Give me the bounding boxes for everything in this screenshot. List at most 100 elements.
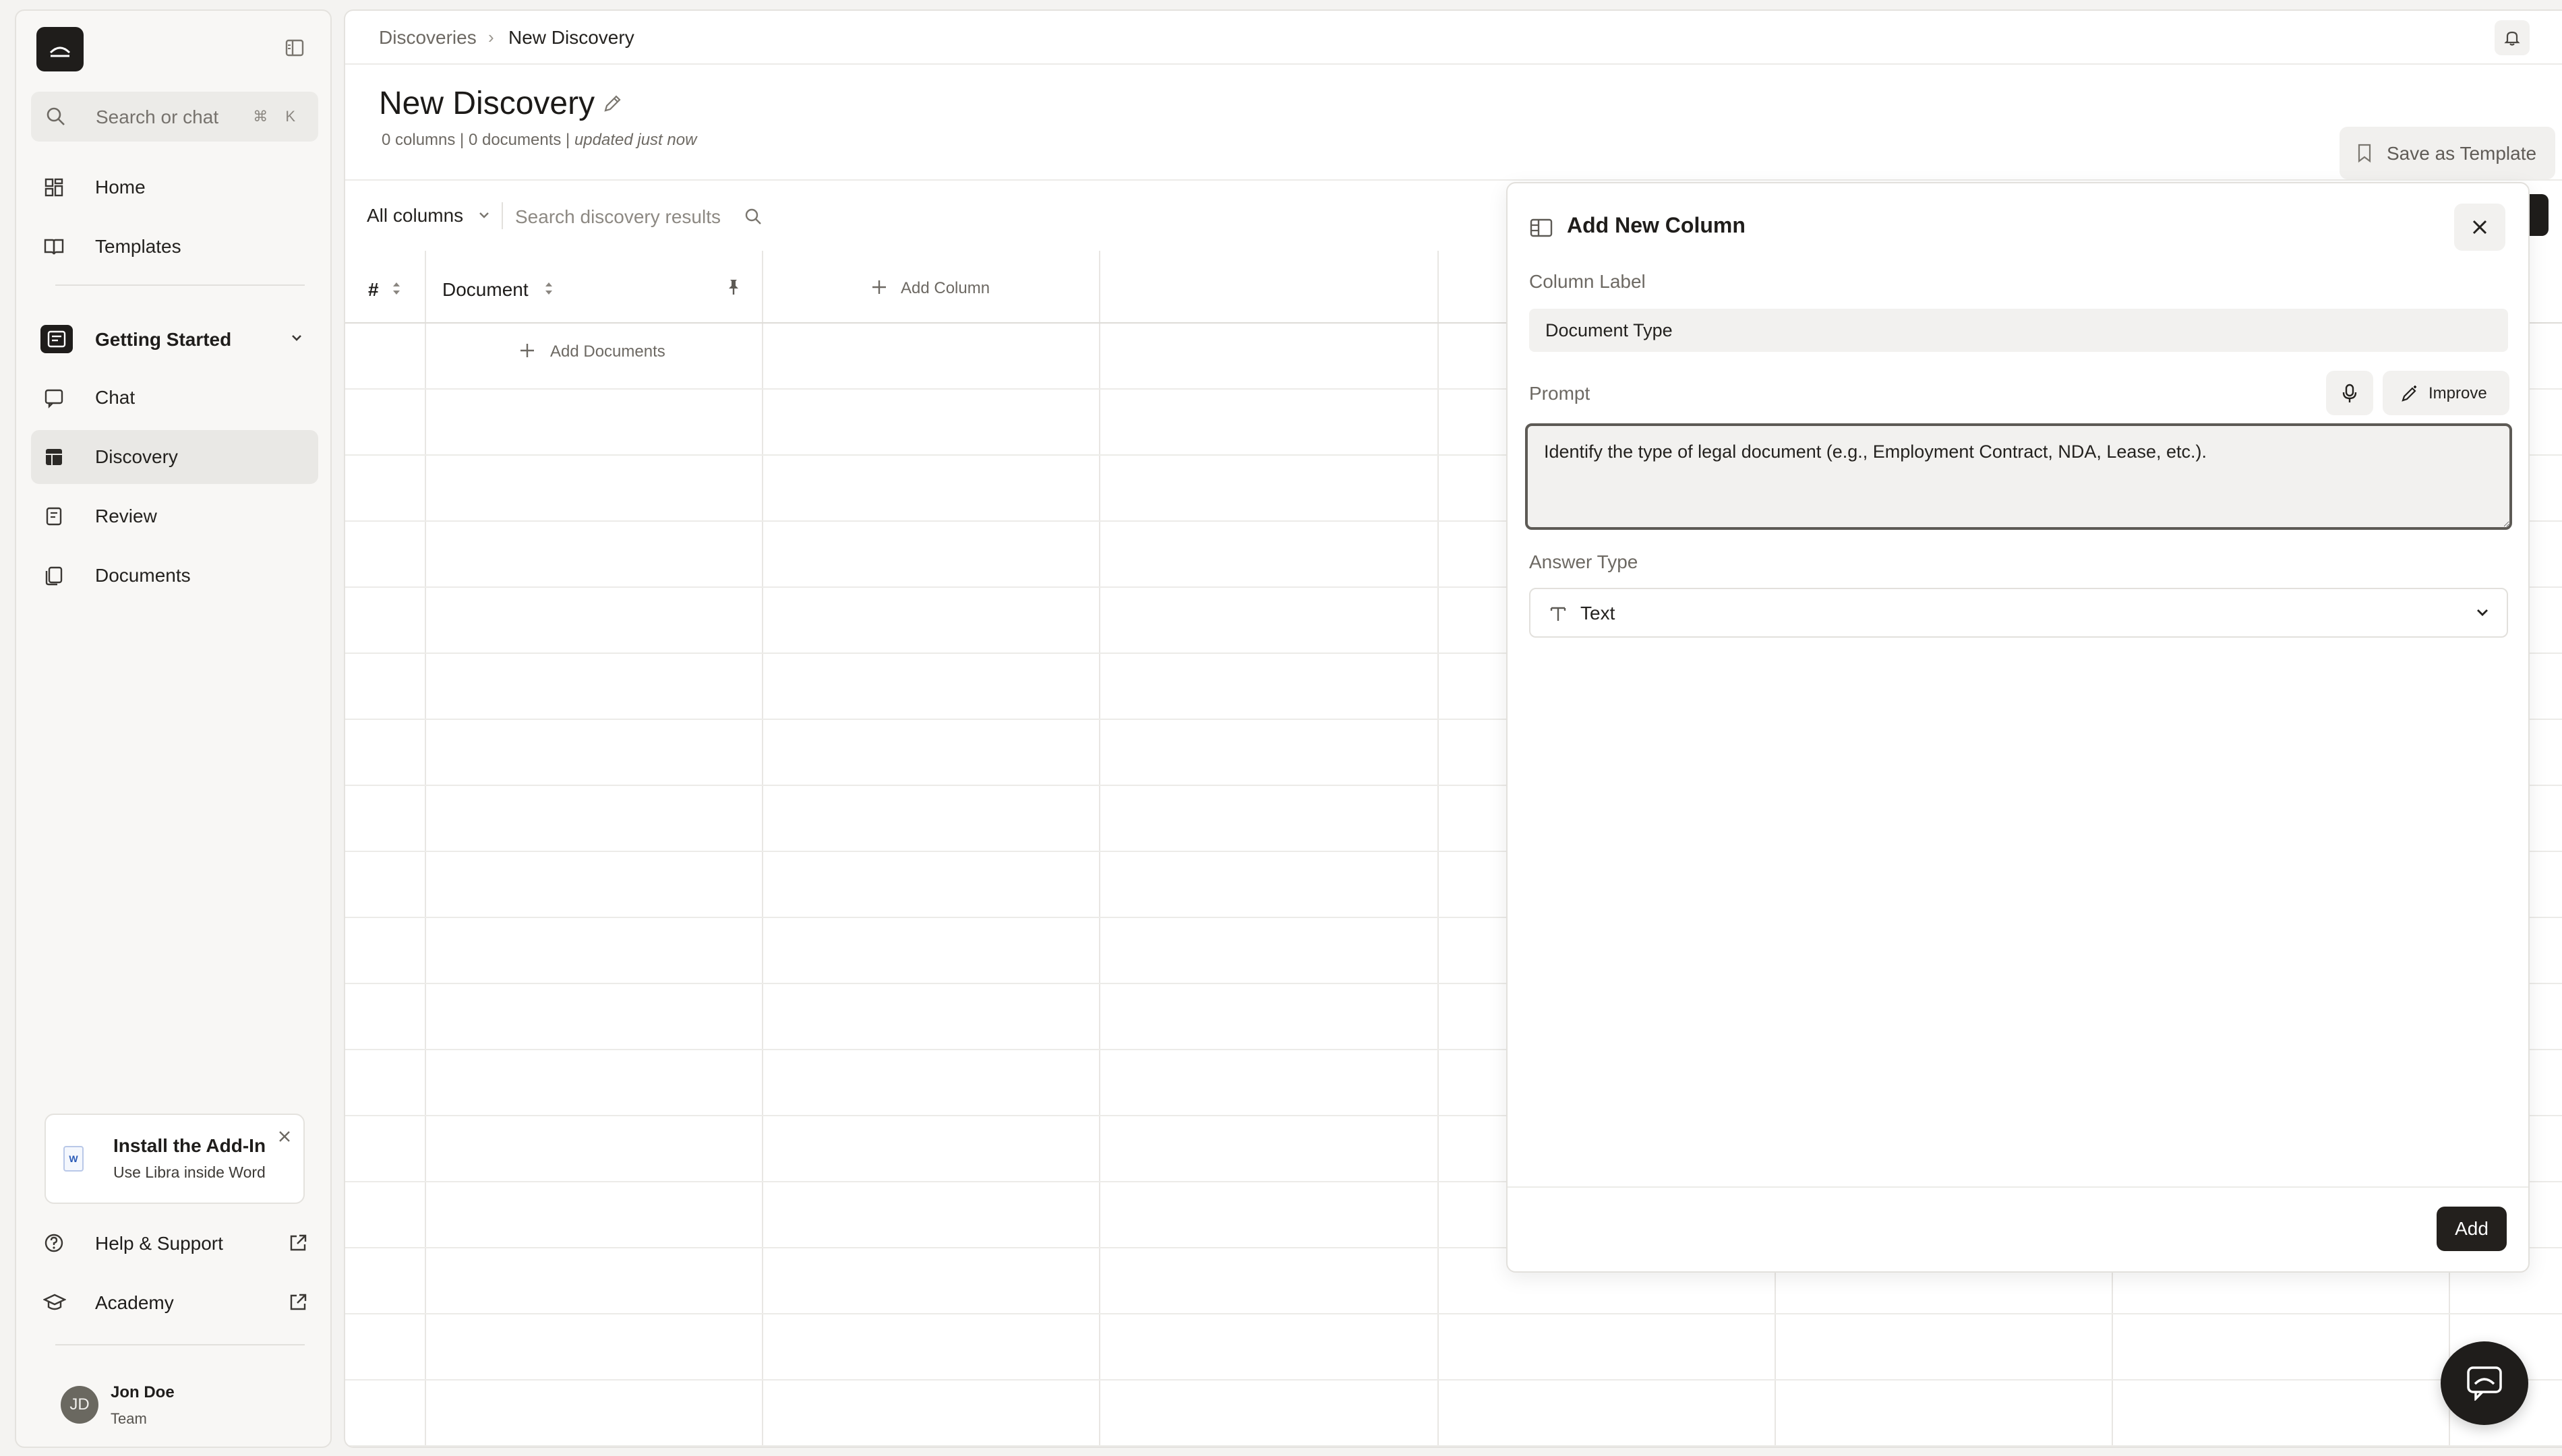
help-support-link[interactable]: Help & Support bbox=[31, 1216, 318, 1270]
save-as-template-label: Save as Template bbox=[2387, 143, 2537, 164]
add-column-submit-button[interactable]: Add bbox=[2437, 1207, 2507, 1251]
user-name: Jon Doe bbox=[111, 1383, 175, 1401]
close-icon[interactable] bbox=[276, 1128, 293, 1145]
column-label-heading: Column Label bbox=[1529, 271, 1646, 292]
app-logo-icon[interactable] bbox=[36, 27, 84, 71]
nav-home-label: Home bbox=[95, 177, 146, 198]
save-as-template-button[interactable]: Save as Template bbox=[2340, 127, 2555, 179]
documents-icon bbox=[45, 566, 63, 586]
plus-icon[interactable] bbox=[870, 278, 889, 297]
column-header-document[interactable]: Document bbox=[442, 279, 529, 301]
breadcrumb-discoveries[interactable]: Discoveries bbox=[379, 27, 477, 49]
nav-divider bbox=[55, 284, 305, 286]
nav-review-label: Review bbox=[95, 506, 157, 526]
pencil-edit-icon[interactable] bbox=[601, 93, 623, 115]
microphone-icon bbox=[2342, 384, 2357, 402]
add-column-panel: Add New Column Column Label Prompt Impro… bbox=[1506, 182, 2530, 1273]
academy-link[interactable]: Academy bbox=[31, 1275, 318, 1329]
answer-type-value: Text bbox=[1580, 603, 1615, 624]
row-divider bbox=[345, 1445, 2562, 1447]
sidebar-collapse-icon[interactable] bbox=[285, 38, 305, 61]
text-type-icon bbox=[1550, 607, 1566, 621]
user-profile[interactable]: JD Jon Doe Team bbox=[44, 1379, 314, 1436]
page-title: New Discovery bbox=[379, 86, 595, 121]
chat-launcher-button[interactable] bbox=[2441, 1341, 2528, 1425]
avatar: JD bbox=[61, 1386, 98, 1424]
sort-icon[interactable] bbox=[391, 280, 402, 297]
breadcrumb-current: New Discovery bbox=[508, 27, 634, 48]
workspace-getting-started[interactable]: Getting Started bbox=[31, 311, 318, 365]
help-support-label: Help & Support bbox=[95, 1233, 223, 1254]
word-icon: W bbox=[63, 1146, 84, 1172]
chat-bubble-icon bbox=[2467, 1366, 2502, 1401]
pin-icon[interactable] bbox=[725, 278, 742, 297]
answer-type-select[interactable]: Text bbox=[1529, 588, 2508, 638]
toolbar-divider bbox=[345, 179, 2562, 181]
addin-title: Install the Add-In bbox=[113, 1135, 266, 1156]
plus-icon[interactable] bbox=[518, 341, 537, 360]
row-divider bbox=[345, 1379, 2562, 1381]
nav-home[interactable]: Home bbox=[31, 160, 318, 214]
nav-chat-label: Chat bbox=[95, 387, 136, 408]
academy-label: Academy bbox=[95, 1292, 174, 1313]
book-icon bbox=[44, 239, 64, 255]
discovery-search-input[interactable]: Search discovery results bbox=[515, 206, 721, 228]
workspace-label: Getting Started bbox=[95, 329, 232, 350]
meta-counts: 0 columns | 0 documents | bbox=[382, 131, 574, 149]
chevron-down-icon bbox=[292, 335, 301, 341]
chat-icon bbox=[44, 389, 63, 408]
nav-discovery-label: Discovery bbox=[95, 446, 178, 467]
search-icon[interactable] bbox=[743, 206, 765, 228]
add-column-button[interactable]: Add Column bbox=[901, 279, 990, 298]
nav-discovery[interactable]: Discovery bbox=[31, 430, 318, 484]
column-divider bbox=[1099, 251, 1100, 1447]
search-icon bbox=[47, 107, 65, 125]
chevron-down-icon[interactable] bbox=[477, 210, 491, 220]
table-icon bbox=[46, 449, 62, 465]
workspace-icon bbox=[40, 325, 73, 353]
addin-subtitle: Use Libra inside Word bbox=[113, 1163, 266, 1181]
search-shortcut: ⌘ K bbox=[253, 108, 302, 125]
footer-divider bbox=[55, 1344, 305, 1345]
improve-label: Improve bbox=[2429, 384, 2487, 402]
add-column-icon bbox=[1530, 218, 1553, 237]
column-divider bbox=[1437, 251, 1439, 1447]
user-team: Team bbox=[111, 1410, 147, 1427]
column-header-number[interactable]: # bbox=[368, 279, 379, 301]
graduation-cap-icon bbox=[43, 1294, 66, 1310]
top-bar: Discoveries › New Discovery bbox=[345, 11, 2562, 65]
magic-pen-icon bbox=[2402, 386, 2416, 402]
nav-review[interactable]: Review bbox=[31, 489, 318, 543]
help-icon bbox=[44, 1234, 63, 1252]
search-placeholder: Search or chat bbox=[96, 107, 219, 127]
add-documents-button[interactable]: Add Documents bbox=[550, 342, 665, 361]
bookmark-icon bbox=[2358, 144, 2371, 163]
row-divider bbox=[345, 1313, 2562, 1314]
nav-documents[interactable]: Documents bbox=[31, 549, 318, 603]
addin-promo-card[interactable]: W Install the Add-In Use Libra inside Wo… bbox=[44, 1114, 305, 1204]
nav-templates-label: Templates bbox=[95, 236, 181, 257]
page-meta: 0 columns | 0 documents | updated just n… bbox=[382, 131, 696, 150]
external-link-icon bbox=[290, 1234, 307, 1251]
notifications-button[interactable] bbox=[2495, 20, 2530, 55]
column-divider bbox=[762, 251, 763, 1447]
voice-input-button[interactable] bbox=[2326, 371, 2373, 415]
sort-icon[interactable] bbox=[543, 280, 554, 297]
panel-close-button[interactable] bbox=[2454, 204, 2505, 251]
answer-type-heading: Answer Type bbox=[1529, 551, 1638, 572]
nav-templates[interactable]: Templates bbox=[31, 220, 318, 274]
chevron-down-icon bbox=[2477, 609, 2488, 616]
columns-filter-dropdown[interactable]: All columns bbox=[367, 205, 463, 226]
review-icon bbox=[46, 507, 62, 526]
panel-title: Add New Column bbox=[1567, 213, 1746, 237]
prompt-heading: Prompt bbox=[1529, 383, 1590, 404]
breadcrumb-separator-icon: › bbox=[488, 27, 494, 47]
toolbar-separator bbox=[502, 202, 503, 229]
sidebar-search[interactable]: Search or chat ⌘ K bbox=[31, 92, 318, 142]
prompt-textarea[interactable]: Identify the type of legal document (e.g… bbox=[1525, 423, 2512, 530]
bell-icon bbox=[2504, 31, 2520, 46]
improve-prompt-button[interactable]: Improve bbox=[2383, 371, 2509, 415]
column-label-input[interactable] bbox=[1529, 309, 2508, 352]
panel-footer-divider bbox=[1508, 1186, 2528, 1188]
nav-chat[interactable]: Chat bbox=[31, 371, 318, 425]
